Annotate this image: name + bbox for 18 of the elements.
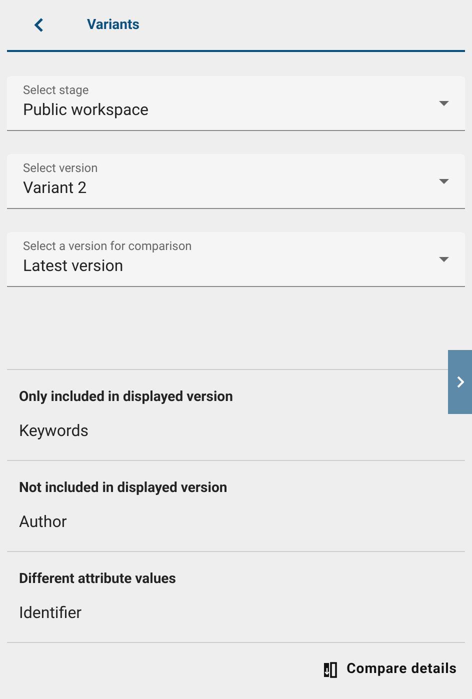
page-title: Variants [87,16,140,34]
section-title: Only included in displayed version [19,388,234,407]
chevron-right-icon [456,376,464,388]
compare-icon [322,662,337,678]
section-item: Author [19,511,68,533]
select-field[interactable]: Select a version for comparison Latest version [7,232,465,287]
dropdown-caret-icon [439,179,449,184]
section-title: Not included in displayed version [19,479,228,498]
select-field[interactable]: Select version Variant 2 [7,154,465,209]
dropdown-caret-icon [439,257,449,262]
expand-panel-tab[interactable] [448,350,472,414]
section-item: Identifier [19,602,83,624]
section-item: Keywords [19,420,90,442]
section-title: Different attribute values [19,570,177,589]
compare-details-button[interactable]: Compare details [322,659,457,680]
back-icon [34,18,44,32]
select-field[interactable]: Select stage Public workspace [7,76,465,131]
dropdown-caret-icon [439,101,449,106]
